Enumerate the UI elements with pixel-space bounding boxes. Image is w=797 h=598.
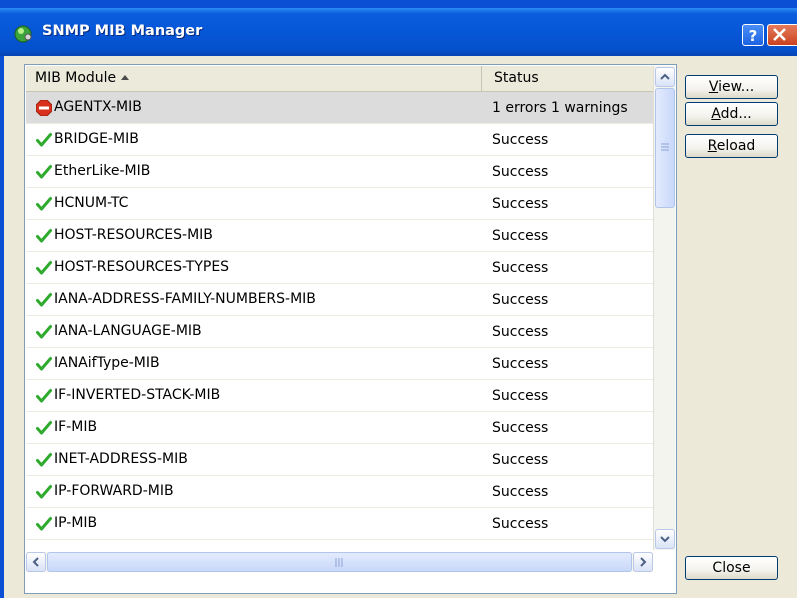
view-mnemonic: V — [708, 78, 719, 95]
mib-module-name: EtherLike-MIB — [54, 163, 151, 179]
reload-label: eload — [716, 137, 756, 154]
checkmark-icon — [36, 165, 52, 179]
mib-manager-window: SNMP MIB Manager ? MIB Module Status AGE… — [0, 0, 797, 598]
table-row[interactable]: BRIDGE-MIB Success — [26, 124, 653, 156]
mib-module-name: HCNUM-TC — [54, 195, 129, 211]
checkmark-icon — [36, 485, 52, 499]
table-row[interactable]: AGENTX-MIB 1 errors 1 warnings — [26, 92, 653, 124]
mib-status: Success — [492, 164, 549, 180]
mib-module-name: IANAifType-MIB — [54, 355, 160, 371]
table-row[interactable]: IANA-ADDRESS-FAMILY-NUMBERS-MIB Success — [26, 284, 653, 316]
table-row[interactable]: IF-MIB Success — [26, 412, 653, 444]
sort-ascending-icon — [121, 75, 130, 80]
column-header-mib-module[interactable]: MIB Module — [26, 66, 482, 92]
horizontal-scroll-thumb[interactable] — [47, 552, 632, 572]
close-icon — [773, 28, 786, 41]
arrow-up-icon — [660, 73, 670, 80]
table-row[interactable]: IANA-LANGUAGE-MIB Success — [26, 316, 653, 348]
question-mark-icon: ? — [749, 27, 758, 45]
table-row[interactable]: IP-FORWARD-MIB Success — [26, 476, 653, 508]
scroll-right-button[interactable] — [633, 552, 653, 572]
mib-module-name: IF-MIB — [54, 419, 98, 435]
close-window-button[interactable] — [767, 24, 797, 46]
mib-module-name: IF-INVERTED-STACK-MIB — [54, 387, 221, 403]
mib-status: Success — [492, 388, 549, 404]
app-icon — [14, 25, 32, 43]
help-button[interactable]: ? — [742, 24, 764, 46]
mib-module-name: BRIDGE-MIB — [54, 131, 139, 147]
mib-status: Success — [492, 292, 549, 308]
scroll-down-button[interactable] — [655, 529, 675, 549]
mib-status: Success — [492, 484, 549, 500]
checkmark-icon — [36, 133, 52, 147]
checkmark-icon — [36, 229, 52, 243]
checkmark-icon — [36, 261, 52, 275]
title-bar[interactable]: SNMP MIB Manager ? — [0, 8, 797, 56]
table-row[interactable]: EtherLike-MIB Success — [26, 156, 653, 188]
mib-module-name: IP-MIB — [54, 515, 98, 531]
grip-icon — [661, 143, 669, 151]
mib-module-name: AGENTX-MIB — [54, 99, 142, 115]
stop-error-icon — [36, 100, 52, 116]
mib-status: Success — [492, 196, 549, 212]
checkmark-icon — [36, 293, 52, 307]
mib-status: Success — [492, 324, 549, 340]
checkmark-icon — [36, 197, 52, 211]
checkmark-icon — [36, 453, 52, 467]
reload-mnemonic: R — [707, 137, 717, 154]
add-button[interactable]: Add... — [685, 102, 778, 126]
reload-button[interactable]: Reload — [685, 134, 778, 158]
mib-module-name: IANA-ADDRESS-FAMILY-NUMBERS-MIB — [54, 291, 316, 307]
checkmark-icon — [36, 325, 52, 339]
arrow-left-icon — [32, 557, 39, 567]
table-row[interactable]: HOST-RESOURCES-MIB Success — [26, 220, 653, 252]
vertical-scrollbar[interactable] — [653, 66, 675, 550]
vertical-scroll-thumb[interactable] — [655, 88, 675, 208]
svg-text:?: ? — [749, 27, 758, 45]
scroll-left-button[interactable] — [26, 552, 46, 572]
view-button[interactable]: View... — [685, 75, 778, 99]
horizontal-scrollbar[interactable] — [26, 552, 653, 572]
mib-status: Success — [492, 228, 549, 244]
table-row[interactable]: HOST-RESOURCES-TYPES Success — [26, 252, 653, 284]
column-header-label: Status — [494, 70, 539, 86]
table-body: AGENTX-MIB 1 errors 1 warnings BRIDGE-MIB S… — [26, 92, 653, 540]
table-row[interactable]: IP-MIB Success — [26, 508, 653, 540]
table-row[interactable]: IANAifType-MIB Success — [26, 348, 653, 380]
scroll-up-button[interactable] — [655, 67, 675, 87]
table-row[interactable]: INET-ADDRESS-MIB Success — [26, 444, 653, 476]
checkmark-icon — [36, 517, 52, 531]
column-header-status[interactable]: Status — [482, 66, 653, 92]
close-button[interactable]: Close — [685, 556, 778, 580]
checkmark-icon — [36, 389, 52, 403]
arrow-right-icon — [640, 557, 647, 567]
mib-table: MIB Module Status AGENTX-MIB 1 errors 1 w… — [24, 64, 677, 594]
mib-module-name: INET-ADDRESS-MIB — [54, 451, 188, 467]
checkmark-icon — [36, 357, 52, 371]
grip-icon — [335, 558, 343, 567]
table-row[interactable]: HCNUM-TC Success — [26, 188, 653, 220]
add-mnemonic: A — [711, 105, 721, 122]
add-label: dd... — [720, 105, 752, 122]
checkmark-icon — [36, 421, 52, 435]
arrow-down-icon — [660, 536, 670, 543]
mib-module-name: IP-FORWARD-MIB — [54, 483, 174, 499]
table-row[interactable]: IF-INVERTED-STACK-MIB Success — [26, 380, 653, 412]
mib-status: Success — [492, 516, 549, 532]
mib-status: Success — [492, 260, 549, 276]
table-header: MIB Module Status — [26, 66, 653, 92]
mib-status: Success — [492, 132, 549, 148]
view-label: iew... — [718, 78, 755, 95]
mib-status: Success — [492, 356, 549, 372]
dialog-body: MIB Module Status AGENTX-MIB 1 errors 1 w… — [4, 56, 797, 598]
table-viewport: MIB Module Status AGENTX-MIB 1 errors 1 w… — [26, 66, 653, 550]
mib-module-name: IANA-LANGUAGE-MIB — [54, 323, 202, 339]
mib-status: 1 errors 1 warnings — [492, 100, 628, 116]
mib-status: Success — [492, 420, 549, 436]
mib-status: Success — [492, 452, 549, 468]
mib-module-name: HOST-RESOURCES-TYPES — [54, 259, 230, 275]
column-header-label: MIB Module — [35, 70, 117, 86]
window-title: SNMP MIB Manager — [42, 23, 203, 39]
mib-module-name: HOST-RESOURCES-MIB — [54, 227, 213, 243]
